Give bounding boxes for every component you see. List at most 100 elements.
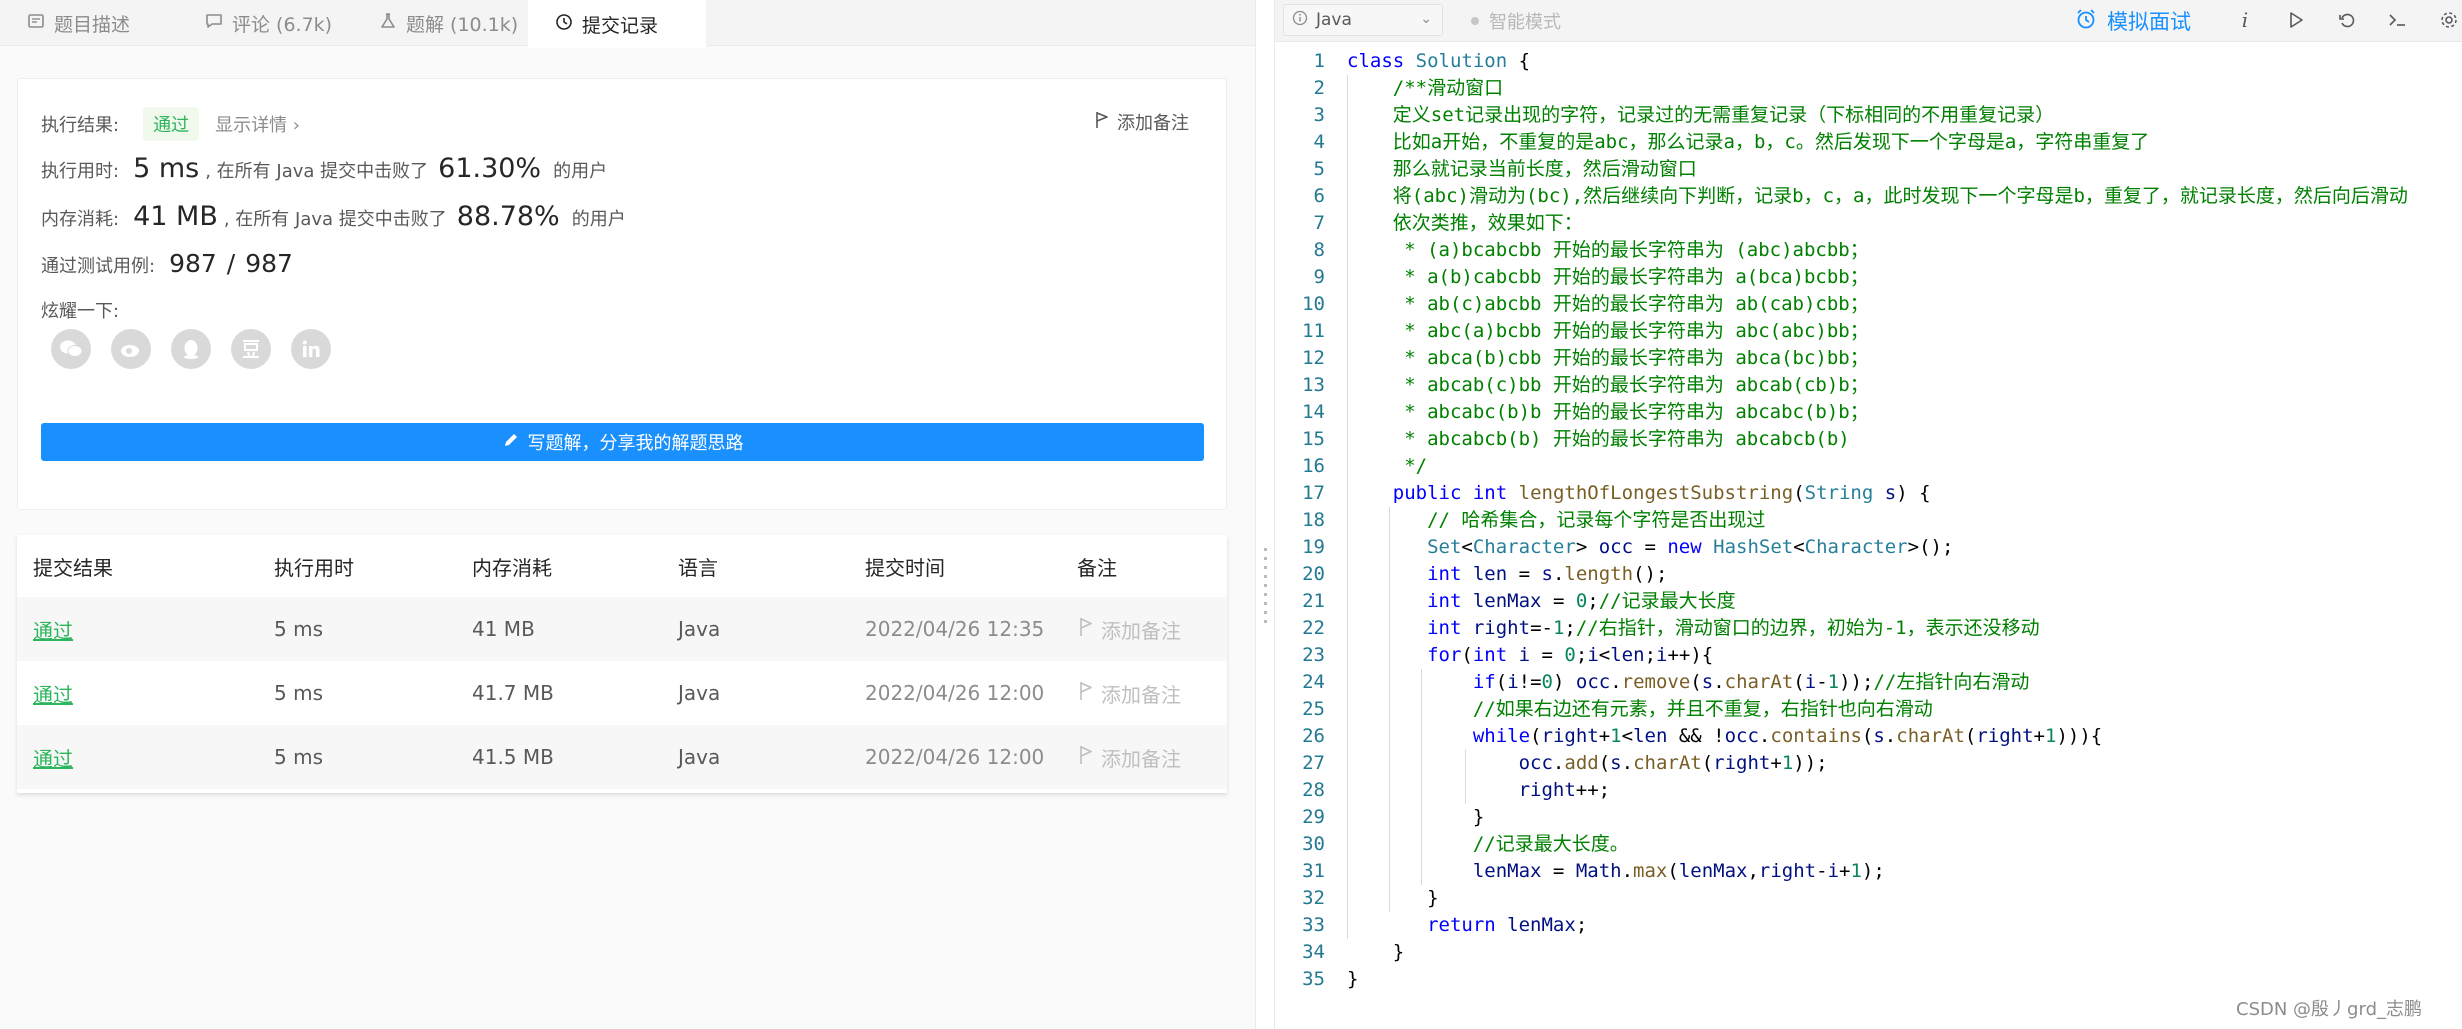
runtime-value: 5 ms (133, 153, 200, 184)
code-text: right++; (1518, 779, 1611, 801)
weibo-icon[interactable] (111, 329, 151, 369)
tab-comments[interactable]: 评论 (6.7k) (178, 0, 368, 46)
tab-description[interactable]: 题目描述 (0, 0, 184, 46)
line-number: 20 (1302, 563, 1325, 585)
line-number: 25 (1302, 698, 1325, 720)
col-language-header: 语言 (678, 555, 718, 580)
reset-icon[interactable] (2333, 6, 2361, 34)
table-header: 提交结果 执行用时 内存消耗 语言 提交时间 备注 (17, 535, 1227, 597)
mock-interview-label: 模拟面试 (2107, 10, 2191, 34)
smart-mode-toggle[interactable]: 智能模式 (1471, 8, 1561, 34)
line-number: 15 (1302, 428, 1325, 450)
code-text: * (a)bcabcbb 开始的最长字符串为 (abc)abcbb； (1392, 239, 1869, 261)
code-text: if(i!=0) occ.remove(s.charAt(i-1));//左指针… (1472, 671, 2030, 693)
code-text: * abca(b)cbb 开始的最长字符串为 abca(bc)bb； (1392, 347, 1869, 369)
line-number: 31 (1302, 860, 1325, 882)
line-number: 17 (1302, 482, 1325, 504)
line-number: 32 (1302, 887, 1325, 909)
tab-submissions[interactable]: 提交记录 (528, 0, 706, 48)
indent-guide (1389, 507, 1390, 912)
line-number: 3 (1313, 104, 1325, 126)
console-icon[interactable] (2384, 6, 2412, 34)
settings-gear-icon[interactable] (2435, 6, 2462, 34)
row-add-note-button[interactable]: 添加备注 (1079, 725, 1181, 789)
line-number: 21 (1302, 590, 1325, 612)
line-number: 27 (1302, 752, 1325, 774)
code-text: //如果右边还有元素，并且不重复，右指针也向右滑动 (1472, 698, 1933, 720)
runtime-percentile: 61.30% (438, 153, 542, 184)
write-solution-button[interactable]: 写题解，分享我的解题思路 (41, 423, 1204, 461)
code-text: 将(abc)滑动为(bc),然后继续向下判断，记录b，c，a，此时发现下一个字母… (1392, 185, 2408, 207)
line-number: 22 (1302, 617, 1325, 639)
status-row: 执行结果: 通过 显示详情 › (41, 107, 300, 141)
testcases-separator: / (226, 249, 236, 278)
code-text: int right=-1;//右指针，滑动窗口的边界，初始为-1，表示还没移动 (1427, 617, 2040, 639)
clock-icon (554, 12, 574, 37)
info-italic-icon[interactable]: i (2231, 6, 2259, 34)
mock-interview-button[interactable]: 模拟面试 (2075, 6, 2191, 36)
row-result-link[interactable]: 通过 (33, 661, 73, 725)
code-text: * abcab(c)bb 开始的最长字符串为 abcab(cb)b； (1392, 374, 1869, 396)
code-text: * abcabc(b)b 开始的最长字符串为 abcabc(b)b； (1392, 401, 1869, 423)
col-note-header: 备注 (1077, 555, 1117, 580)
runtime-row: 执行用时: 5 ms , 在所有 Java 提交中击败了 61.30% 的用户 (41, 153, 607, 184)
row-add-note-button[interactable]: 添加备注 (1079, 661, 1181, 725)
code-text: while(right+1<len && !occ.contains(s.cha… (1472, 725, 2103, 747)
language-select[interactable]: Java ⌄ (1283, 4, 1443, 36)
code-editor[interactable]: 1 class Solution {2 /**滑动窗口 3 定义set记录出现的字符… (1275, 48, 2462, 1008)
tab-solutions[interactable]: 题解 (10.1k) (352, 0, 542, 46)
code-text: /**滑动窗口 (1392, 77, 1504, 99)
code-text: occ.add(s.charAt(right+1)); (1518, 752, 1828, 774)
run-icon[interactable] (2282, 6, 2310, 34)
add-note-button[interactable]: 添加备注 (1095, 109, 1189, 135)
line-number: 13 (1302, 374, 1325, 396)
runtime-suffix: 的用户 (553, 161, 608, 182)
qq-icon[interactable] (171, 329, 211, 369)
problem-tabs: 题目描述 评论 (6.7k) 题解 (10.1k) 提交记录 (0, 0, 1255, 48)
row-submitted-time: 2022/04/26 12:35 (865, 617, 1045, 641)
row-submitted-time: 2022/04/26 12:00 (865, 745, 1045, 769)
line-number: 30 (1302, 833, 1325, 855)
flag-icon (1095, 111, 1109, 134)
row-language: Java (678, 745, 721, 769)
memory-percentile: 88.78% (456, 201, 560, 232)
row-result-link[interactable]: 通过 (33, 597, 73, 661)
line-number: 28 (1302, 779, 1325, 801)
panel-resize-handle[interactable] (1255, 0, 1275, 1029)
row-language: Java (678, 681, 721, 705)
douban-icon[interactable] (231, 329, 271, 369)
status-dot-icon (1471, 17, 1479, 25)
flag-icon (1079, 617, 1093, 642)
testcases-label: 通过测试用例: (41, 256, 156, 277)
testcases-passed: 987 (169, 249, 217, 278)
resize-grip-icon (1264, 548, 1267, 624)
row-language: Java (678, 617, 721, 641)
table-row: 通过 5 ms 41.7 MB Java 2022/04/26 12:00 添加… (17, 661, 1227, 725)
chevron-down-icon: ⌄ (1420, 11, 1432, 27)
code-text: * ab(c)abcbb 开始的最长字符串为 ab(cab)cbb； (1392, 293, 1869, 315)
line-number: 7 (1313, 212, 1325, 234)
show-details-link[interactable]: 显示详情 › (215, 111, 300, 137)
line-number: 19 (1302, 536, 1325, 558)
row-note-label: 添加备注 (1101, 746, 1181, 771)
tab-label: 提交记录 (582, 14, 659, 37)
memory-label: 内存消耗: (41, 209, 120, 230)
line-number: 33 (1302, 914, 1325, 936)
row-add-note-button[interactable]: 添加备注 (1079, 597, 1181, 661)
code-text: 定义set记录出现的字符，记录过的无需重复记录（下标相同的不用重复记录） (1392, 104, 2055, 126)
line-number: 8 (1313, 239, 1325, 261)
linkedin-icon[interactable] (291, 329, 331, 369)
row-result-link[interactable]: 通过 (33, 725, 73, 789)
line-number: 5 (1313, 158, 1325, 180)
line-number: 23 (1302, 644, 1325, 666)
col-time-header: 提交时间 (865, 555, 945, 580)
row-memory: 41.7 MB (472, 681, 554, 705)
row-note-label: 添加备注 (1101, 618, 1181, 643)
comment-icon (204, 11, 224, 36)
memory-beat-text: , 在所有 Java 提交中击败了 (223, 209, 447, 230)
line-number: 11 (1302, 320, 1325, 342)
memory-suffix: 的用户 (571, 209, 626, 230)
code-text: return lenMax; (1427, 914, 1588, 936)
wechat-icon[interactable] (51, 329, 91, 369)
runtime-label: 执行用时: (41, 161, 120, 182)
